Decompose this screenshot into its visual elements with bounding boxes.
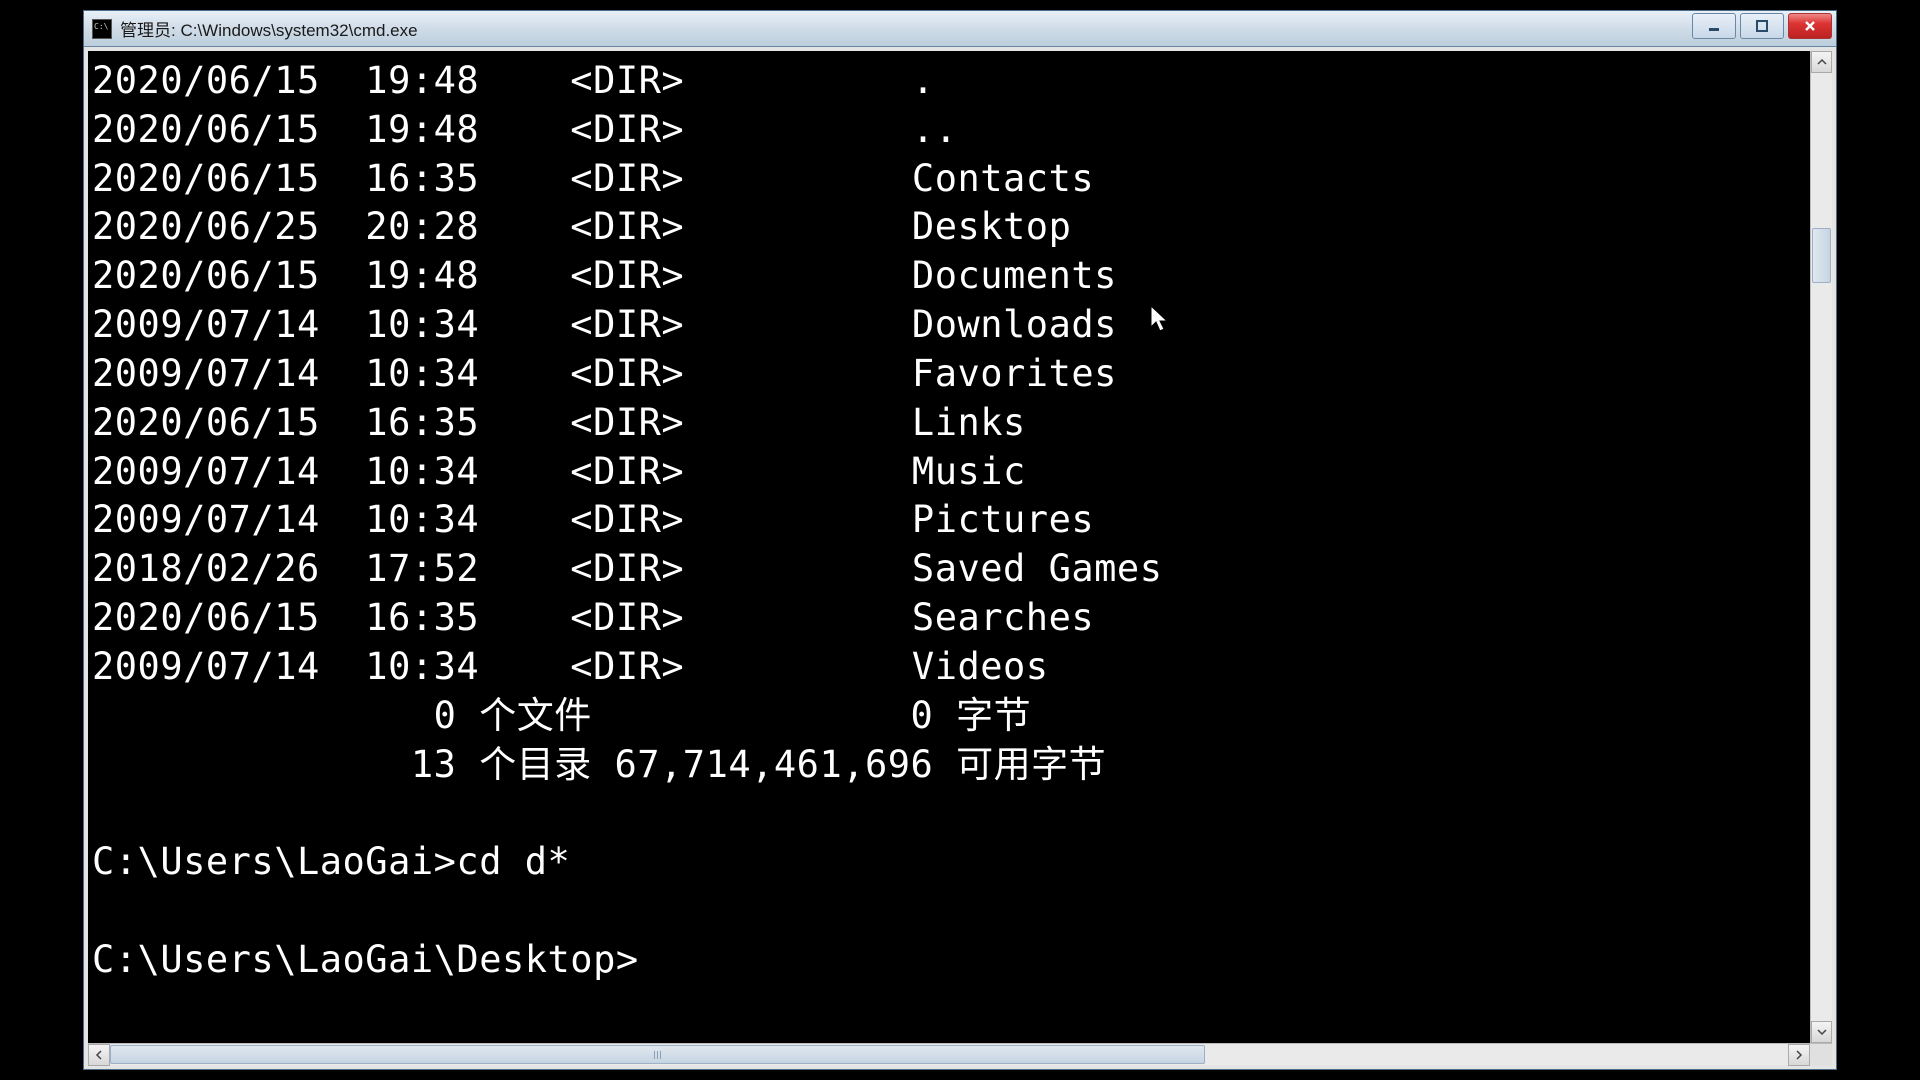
titlebar[interactable]: 管理员: C:\Windows\system32\cmd.exe: [84, 11, 1836, 47]
vertical-scroll-thumb[interactable]: [1812, 228, 1831, 283]
client-area: 2020/06/15 19:48 <DIR> . 2020/06/15 19:4…: [84, 47, 1836, 1069]
horizontal-scroll-thumb[interactable]: [110, 1045, 1205, 1064]
console-wrap: 2020/06/15 19:48 <DIR> . 2020/06/15 19:4…: [88, 51, 1832, 1043]
minimize-icon: [1707, 19, 1721, 33]
terminal-output[interactable]: 2020/06/15 19:48 <DIR> . 2020/06/15 19:4…: [88, 51, 1810, 1043]
window-controls: [1692, 13, 1832, 39]
maximize-button[interactable]: [1740, 13, 1784, 39]
chevron-left-icon: [94, 1050, 104, 1060]
scroll-left-button[interactable]: [88, 1044, 110, 1066]
window-title: 管理员: C:\Windows\system32\cmd.exe: [120, 16, 418, 41]
close-icon: [1803, 19, 1817, 33]
horizontal-scrollbar[interactable]: [88, 1043, 1832, 1065]
minimize-button[interactable]: [1692, 13, 1736, 39]
vertical-scrollbar[interactable]: [1810, 51, 1832, 1043]
chevron-up-icon: [1817, 57, 1827, 67]
chevron-down-icon: [1817, 1027, 1827, 1037]
scroll-up-button[interactable]: [1811, 51, 1832, 73]
scroll-right-button[interactable]: [1788, 1044, 1810, 1066]
chevron-right-icon: [1794, 1050, 1804, 1060]
cmd-icon: [92, 19, 112, 39]
horizontal-scroll-track[interactable]: [110, 1044, 1788, 1065]
close-button[interactable]: [1788, 13, 1832, 39]
vertical-scroll-track[interactable]: [1811, 73, 1832, 1021]
maximize-icon: [1755, 19, 1769, 33]
scrollbar-corner: [1810, 1044, 1832, 1066]
scroll-down-button[interactable]: [1811, 1021, 1832, 1043]
cmd-window: 管理员: C:\Windows\system32\cmd.exe 2020/06…: [83, 10, 1837, 1070]
